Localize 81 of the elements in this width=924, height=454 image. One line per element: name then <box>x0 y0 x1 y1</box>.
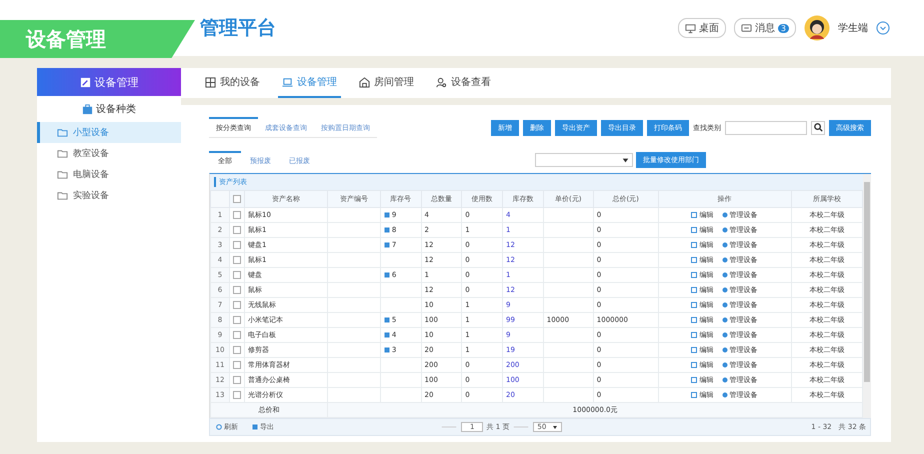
row-checkbox[interactable] <box>233 241 241 250</box>
row-checkbox[interactable] <box>233 331 241 340</box>
row-checkbox[interactable] <box>233 361 241 370</box>
row-checkbox[interactable] <box>233 346 241 354</box>
department-select[interactable] <box>535 153 633 167</box>
dot-icon <box>722 317 728 323</box>
select-all-checkbox[interactable] <box>233 195 241 204</box>
platform-title: 管理平台 <box>200 17 276 39</box>
refresh-icon <box>216 424 222 430</box>
search-button[interactable] <box>811 120 825 134</box>
folder-icon <box>57 148 68 159</box>
avatar-icon[interactable] <box>804 15 830 41</box>
dot-icon <box>722 257 728 263</box>
document-icon <box>691 227 698 233</box>
document-icon <box>691 302 698 308</box>
banner-title: 设备管理 <box>26 26 106 52</box>
dot-icon <box>722 212 728 218</box>
monitor-icon <box>684 22 696 34</box>
dot-icon <box>722 377 728 383</box>
messages-button[interactable]: 消息 3 <box>734 18 796 38</box>
document-icon <box>691 272 698 278</box>
dot-icon <box>722 287 728 293</box>
nav-tab[interactable]: 我的设备 <box>201 68 264 98</box>
document-icon <box>691 212 698 218</box>
chevron-down-icon[interactable] <box>876 21 890 35</box>
nav-tab[interactable]: 设备管理 <box>278 68 341 98</box>
folder-icon <box>57 127 68 138</box>
square-icon <box>384 212 390 218</box>
briefcase-icon <box>82 104 93 114</box>
row-checkbox[interactable] <box>233 376 241 384</box>
row-checkbox[interactable] <box>233 301 241 310</box>
nav-tab[interactable]: 房间管理 <box>355 68 418 98</box>
message-count-badge: 3 <box>778 24 789 32</box>
search-field[interactable] <box>725 120 807 134</box>
nav-tab[interactable]: 设备查看 <box>432 68 495 98</box>
row-checkbox[interactable] <box>233 271 241 280</box>
dot-icon <box>722 347 728 353</box>
desktop-button[interactable]: 桌面 <box>678 18 726 38</box>
document-icon <box>691 377 698 383</box>
dot-icon <box>722 302 728 308</box>
folder-icon <box>57 190 68 201</box>
scrollbar[interactable] <box>863 174 871 418</box>
row-checkbox[interactable] <box>233 226 241 234</box>
chat-icon <box>740 22 752 34</box>
edit-icon <box>80 76 90 88</box>
square-icon <box>384 242 390 248</box>
square-icon <box>384 226 390 232</box>
building-icon <box>359 76 370 88</box>
user-name: 学生端 <box>838 22 868 35</box>
row-checkbox[interactable] <box>233 391 241 400</box>
dot-icon <box>722 227 728 233</box>
document-icon <box>691 242 698 248</box>
row-checkbox[interactable] <box>233 316 241 324</box>
dot-icon <box>722 272 728 278</box>
folder-icon <box>57 169 68 180</box>
dot-icon <box>722 392 728 398</box>
square-icon <box>252 424 258 430</box>
document-icon <box>691 317 698 323</box>
grid-icon <box>205 76 216 88</box>
user-search-icon <box>436 76 447 88</box>
document-icon <box>691 257 698 263</box>
caret-icon <box>552 424 558 430</box>
section-title: 设备种类 <box>96 102 136 116</box>
document-icon <box>691 362 698 368</box>
row-checkbox[interactable] <box>233 211 241 220</box>
dot-icon <box>722 332 728 338</box>
search-icon <box>812 122 824 133</box>
square-icon <box>384 272 390 278</box>
document-icon <box>691 332 698 338</box>
document-icon <box>691 392 698 398</box>
document-icon <box>691 287 698 293</box>
document-icon <box>691 347 698 353</box>
dot-icon <box>722 362 728 368</box>
row-checkbox[interactable] <box>233 256 241 264</box>
square-icon <box>384 346 390 352</box>
sidebar-title: 设备管理 <box>94 74 138 90</box>
laptop-icon <box>282 76 293 88</box>
row-checkbox[interactable] <box>233 286 241 294</box>
dot-icon <box>722 242 728 248</box>
square-icon <box>384 316 390 322</box>
square-icon <box>384 332 390 338</box>
